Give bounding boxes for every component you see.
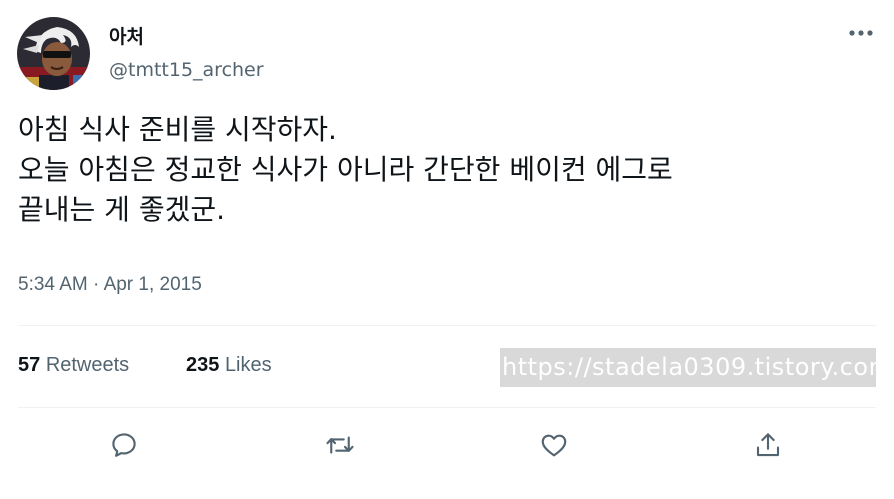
tweet-time[interactable]: 5:34 AM: [18, 274, 88, 295]
divider: [18, 407, 876, 408]
avatar[interactable]: [17, 17, 90, 90]
like-icon: [541, 434, 567, 457]
tweet-text-line: 아침 식사 준비를 시작하자.: [18, 113, 337, 146]
tweet-date[interactable]: Apr 1, 2015: [104, 274, 202, 295]
timestamp-separator: ·: [93, 274, 100, 295]
likes-stat[interactable]: 235 Likes: [186, 354, 272, 377]
share-icon: [756, 433, 780, 457]
divider: [18, 325, 876, 326]
retweet-button[interactable]: [323, 428, 357, 462]
retweets-stat[interactable]: 57 Retweets: [18, 354, 129, 377]
tweet-text-line: 오늘 아침은 정교한 식사가 아니라 간단한 베이컨 에그로: [18, 153, 673, 186]
display-name[interactable]: 아처: [109, 22, 144, 49]
reply-button[interactable]: [107, 428, 141, 462]
share-button[interactable]: [751, 428, 785, 462]
retweets-count: 57: [18, 354, 41, 376]
more-horizontal-icon: [849, 30, 873, 36]
likes-count: 235: [186, 354, 220, 376]
reply-icon: [112, 433, 136, 457]
user-handle[interactable]: @tmtt15_archer: [109, 59, 264, 81]
tweet-timestamp: 5:34 AM · Apr 1, 2015: [18, 274, 202, 296]
avatar-image: [17, 17, 90, 90]
tweet-text-line: 끝내는 게 좋겠군.: [18, 193, 226, 226]
tweet-text: 아침 식사 준비를 시작하자. 오늘 아침은 정교한 식사가 아니라 간단한 베…: [18, 110, 888, 230]
likes-label: Likes: [224, 354, 272, 376]
watermark: https://stadela0309.tistory.com: [500, 348, 876, 387]
retweet-icon: [326, 436, 354, 454]
like-button[interactable]: [537, 428, 571, 462]
more-options-button[interactable]: [846, 20, 876, 46]
retweets-label: Retweets: [45, 354, 130, 376]
